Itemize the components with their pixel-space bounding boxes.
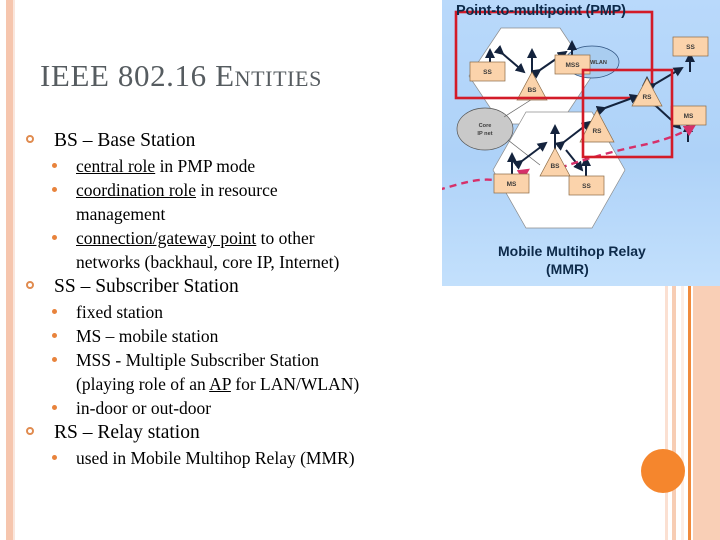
list-item: RS – Relay station [22,420,437,445]
bullet-dot-icon [52,455,57,460]
pmp-diagram-title: Point-to-multipoint (PMP) [456,3,626,19]
core-ip-net-label-line2: IP net [477,131,492,137]
bullet-dot-icon [52,163,57,168]
sub-list-item: connection/gateway point to other networ… [22,226,437,274]
bullet-dot-icon [52,309,57,314]
bullet-label: RS – Relay station [54,422,200,443]
bullet-ring-icon [26,135,34,143]
bullet-dot-icon [52,187,57,192]
sub-bullet-text: MS – mobile station [76,326,219,346]
left-accent-stripe [6,0,13,540]
sub-bullet-text: in resource [196,180,278,200]
page-title: IEEE 802.16 Entities [40,58,322,93]
left-accent-stripe-inner [13,0,15,540]
sub-bullet-text: fixed station [76,302,163,322]
mmr-ms-right-label: MS [684,113,694,120]
sub-list-item: MS – mobile station [22,324,437,348]
emphasis-text: connection/gateway point [76,228,257,248]
bullet-dot-icon [52,357,57,362]
bullet-ring-icon [26,281,34,289]
pmp-ss-label: SS [483,69,492,76]
emphasis-text: coordination role [76,180,197,200]
core-ip-net-ellipse [456,107,514,151]
bullet-dot-icon [52,405,57,410]
sub-bullet-text: in-door or out-door [76,398,212,418]
sub-bullet-text-continued: networks (backhaul, core IP, Internet) [76,252,340,272]
sub-bullet-text: MSS - Multiple Subscriber Station [76,350,320,370]
bullet-label: SS – Subscriber Station [54,276,239,297]
slide: IEEE 802.16 Entities BS – Base Station c… [0,0,720,540]
mmr-rs-right-label: RS [642,94,652,101]
mmr-ss-right-label: SS [686,44,695,51]
sub-bullet-text: used in Mobile Multihop Relay (MMR) [76,448,355,468]
sub-list-item: in-door or out-door [22,396,437,420]
mmr-bs-label: BS [550,163,560,170]
mmr-diagram-title-line2: (MMR) [546,261,589,277]
sub-bullet-text: in PMP mode [155,156,256,176]
sub-bullet-text-continued: management [76,204,166,224]
pmp-bs-label: BS [527,87,537,94]
emphasis-text: central role [76,156,156,176]
network-topology-diagram: Core IP net LAN/WLAN SS MSS BS MS BS SS … [442,0,720,286]
mmr-diagram-title-line1: Mobile Multihop Relay [498,243,646,259]
sub-list-item: fixed station [22,300,437,324]
sub-bullet-text-continued: (playing role of an AP for LAN/WLAN) [76,372,437,396]
list-item: BS – Base Station [22,128,437,153]
bullet-dot-icon [52,333,57,338]
mmr-ms-left-label: MS [507,181,517,188]
list-item: SS – Subscriber Station [22,274,437,299]
mmr-rs-left-label: RS [592,128,602,135]
sub-list-item: coordination role in resource management [22,178,437,226]
sub-list-item: MSS - Multiple Subscriber Station (playi… [22,348,437,396]
emphasis-text: AP [209,374,231,394]
bullet-list: BS – Base Station central role in PMP mo… [22,128,437,470]
continuation-prefix: (playing role of an [76,374,210,394]
orange-circle-decoration [641,449,685,493]
bullet-label: BS – Base Station [54,130,196,151]
bullet-ring-icon [26,427,34,435]
bullet-dot-icon [52,235,57,240]
sub-list-item: used in Mobile Multihop Relay (MMR) [22,446,437,470]
pmp-mss-label: MSS [565,62,580,69]
continuation-suffix: for LAN/WLAN) [230,374,360,394]
mmr-ss-bottom-label: SS [582,183,591,190]
sub-list-item: central role in PMP mode [22,154,437,178]
core-ip-net-label-line1: Core [479,123,492,129]
sub-bullet-text: to other [256,228,315,248]
